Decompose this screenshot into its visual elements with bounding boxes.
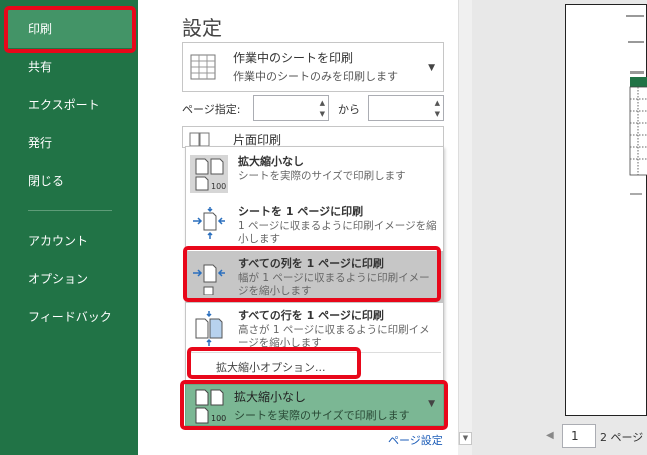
preview-content-icon <box>626 15 647 195</box>
spin-up-icon[interactable]: ▲ <box>435 99 440 107</box>
nav-item-feedback[interactable]: フィードバック <box>4 298 134 336</box>
sides-dropdown[interactable]: 片面印刷 <box>182 126 444 148</box>
scaling-option-no-scaling[interactable]: 100 拡大縮小なし シートを実際のサイズで印刷します <box>186 149 443 201</box>
spin-down-icon[interactable]: ▼ <box>320 110 325 118</box>
option-title: すべての列を 1 ページに印刷 <box>238 257 384 270</box>
option-desc: 1 ページに収まるように印刷イメージを縮小します <box>238 220 437 245</box>
nav-item-print[interactable]: 印刷 <box>4 10 134 48</box>
no-scaling-icon: 100 <box>190 387 228 425</box>
svg-text:100: 100 <box>211 182 226 191</box>
caret-down-icon: ▼ <box>428 399 435 409</box>
nav-label: エクスポート <box>28 98 100 112</box>
print-what-dropdown[interactable]: 作業中のシートを印刷 作業中のシートのみを印刷します ▼ <box>182 42 444 92</box>
scaling-option-fit-columns[interactable]: すべての列を 1 ページに印刷 幅が 1 ページに収まるように印刷イメージを縮小… <box>186 251 443 303</box>
pages-from-input[interactable]: ▲ ▼ <box>253 95 329 121</box>
nav-label: フィードバック <box>28 310 112 324</box>
current-scaling-title: 拡大縮小なし <box>234 390 307 404</box>
current-page-input[interactable]: 1 <box>562 424 596 448</box>
backstage-sidebar: 印刷 共有 エクスポート 発行 閉じる アカウント オプション フィードバック <box>0 0 138 455</box>
pages-label: ページ指定: <box>182 103 241 116</box>
nav-item-share[interactable]: 共有 <box>4 48 134 86</box>
spin-down-icon[interactable]: ▼ <box>435 110 440 118</box>
option-desc: シートを実際のサイズで印刷します <box>238 170 406 182</box>
total-pages: 2 ページ <box>600 431 644 444</box>
option-title: シートを 1 ページに印刷 <box>238 205 364 218</box>
settings-scrollbar[interactable]: ▼ <box>458 0 472 445</box>
option-desc: 高さが 1 ページに収まるように印刷イメージを縮小します <box>238 324 430 349</box>
custom-scaling-options-link[interactable]: 拡大縮小オプション... <box>216 359 326 375</box>
fit-columns-icon <box>190 257 228 295</box>
scroll-down-icon[interactable]: ▼ <box>459 432 472 445</box>
scaling-option-fit-sheet[interactable]: シートを 1 ページに印刷 1 ページに収まるように印刷イメージを縮小します <box>186 199 443 251</box>
nav-label: 印刷 <box>28 22 53 36</box>
nav-item-publish[interactable]: 発行 <box>4 124 134 162</box>
svg-text:100: 100 <box>211 414 226 423</box>
print-what-desc: 作業中のシートのみを印刷します <box>233 70 398 83</box>
pages-to-input[interactable]: ▲ ▼ <box>368 95 444 121</box>
nav-item-options[interactable]: オプション <box>4 260 134 298</box>
option-title: すべての行を 1 ページに印刷 <box>238 309 384 322</box>
pages-to-label: から <box>338 103 360 116</box>
caret-down-icon: ▼ <box>428 63 435 73</box>
option-title: 拡大縮小なし <box>238 155 304 168</box>
nav-label: アカウント <box>28 234 89 248</box>
preview-page <box>565 4 647 416</box>
nav-item-export[interactable]: エクスポート <box>4 86 134 124</box>
current-scaling-desc: シートを実際のサイズで印刷します <box>234 409 410 422</box>
nav-item-close[interactable]: 閉じる <box>4 162 134 200</box>
nav-label: 発行 <box>28 136 53 150</box>
nav-label: 閉じる <box>28 174 65 188</box>
nav-label: 共有 <box>28 60 53 74</box>
dropdown-divider <box>188 352 441 353</box>
page-icon <box>189 131 210 147</box>
fit-sheet-icon <box>190 205 228 243</box>
settings-title: 設定 <box>182 16 222 40</box>
nav-item-account[interactable]: アカウント <box>4 222 134 260</box>
scaling-option-fit-rows[interactable]: すべての行を 1 ページに印刷 高さが 1 ページに収まるように印刷イメージを縮… <box>186 303 443 355</box>
scaling-dropdown[interactable]: 100 拡大縮小なし シートを実際のサイズで印刷します ▼ <box>185 384 444 426</box>
previous-page-icon[interactable]: ◀ <box>546 430 554 441</box>
sheet-grid-icon <box>189 51 219 83</box>
option-desc: 幅が 1 ページに収まるように印刷イメージを縮小します <box>238 272 430 297</box>
spin-up-icon[interactable]: ▲ <box>320 99 325 107</box>
nav-label: オプション <box>28 272 89 286</box>
page-setup-link[interactable]: ページ設定 <box>388 432 443 448</box>
print-what-label: 作業中のシートを印刷 <box>233 51 354 65</box>
no-scaling-icon: 100 <box>190 155 228 193</box>
fit-rows-icon <box>190 309 228 347</box>
nav-divider <box>28 210 112 211</box>
scaling-dropdown-list: 100 拡大縮小なし シートを実際のサイズで印刷します シートを 1 ページに印… <box>185 146 444 382</box>
